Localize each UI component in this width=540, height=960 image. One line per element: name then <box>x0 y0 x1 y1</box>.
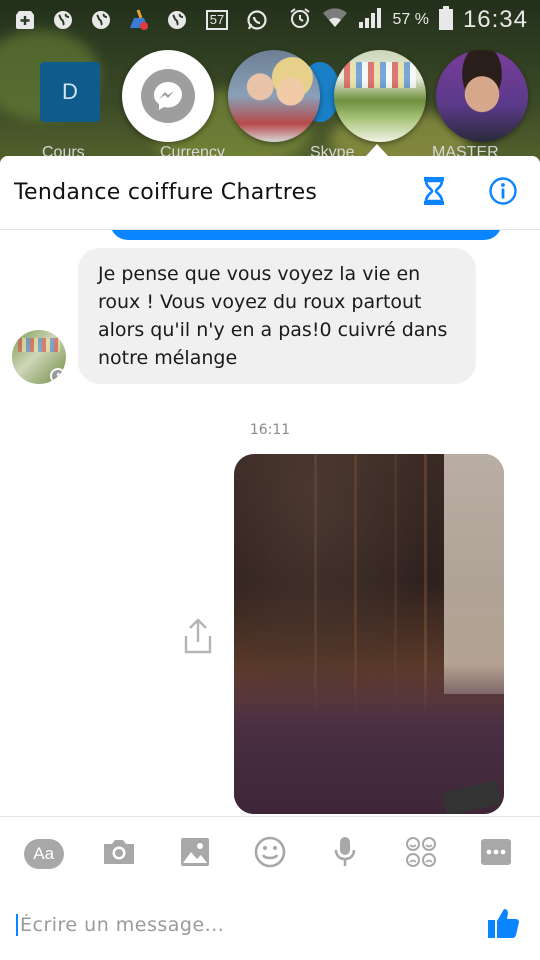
message-list[interactable]: f Je pense que vous voyez la vie en roux… <box>0 230 540 816</box>
wifi-icon <box>322 7 348 34</box>
plus-box-icon <box>12 7 38 33</box>
conversation-title: Tendance coiffure Chartres <box>14 180 318 205</box>
microphone-icon <box>333 836 357 872</box>
stickers-button[interactable] <box>399 832 443 876</box>
composer-toolbar: Aa <box>0 816 540 890</box>
chat-panel: Tendance coiffure Chartres f Je pense qu… <box>0 156 540 960</box>
home-app-letter: D <box>62 79 78 104</box>
message-composer <box>0 890 540 960</box>
notification-count: 57 <box>205 10 229 30</box>
whatsapp-icon <box>244 7 270 33</box>
battery-percent: 57 % <box>392 11 429 28</box>
message-input[interactable] <box>16 914 484 936</box>
messenger-icon <box>141 69 195 123</box>
gallery-button[interactable] <box>173 832 217 876</box>
more-button[interactable] <box>474 832 518 876</box>
avatar-products-graphic <box>18 338 60 352</box>
incoming-message-row: f Je pense que vous voyez la vie en roux… <box>12 248 476 384</box>
thumbs-up-button[interactable] <box>484 905 524 945</box>
young-man-contact-head[interactable] <box>436 50 528 142</box>
hourglass-icon[interactable] <box>422 175 446 211</box>
alarm-icon <box>288 6 312 35</box>
text-style-button[interactable]: Aa <box>22 832 66 876</box>
incoming-message-bubble[interactable]: Je pense que vous voyez la vie en roux !… <box>78 248 476 384</box>
outgoing-bubble-previous[interactable] <box>110 230 502 240</box>
salon-products-graphic <box>344 62 416 88</box>
home-app-icon: D <box>40 62 100 122</box>
notification-count-icon: 57 <box>202 7 232 33</box>
text-style-icon: Aa <box>23 838 64 869</box>
couple-contact-head[interactable] <box>228 50 320 142</box>
microphone-button[interactable] <box>323 832 367 876</box>
status-bar: 57 57 % 16:34 <box>0 0 540 40</box>
battery-icon <box>438 5 453 35</box>
messenger-chat-head[interactable] <box>122 50 214 142</box>
globe-icon <box>50 7 76 33</box>
salon-contact-head[interactable] <box>334 50 426 142</box>
more-icon <box>480 838 512 870</box>
active-head-pointer <box>366 144 388 156</box>
stickers-icon <box>405 836 437 872</box>
conversation-header: Tendance coiffure Chartres <box>0 156 540 230</box>
cleaner-icon <box>126 7 152 33</box>
emoji-icon <box>254 836 286 872</box>
thumbs-up-icon <box>487 906 521 944</box>
hair-photo[interactable] <box>234 454 504 814</box>
message-timestamp: 16:11 <box>249 422 291 438</box>
emoji-button[interactable] <box>248 832 292 876</box>
clock: 16:34 <box>462 6 528 33</box>
avatar[interactable]: f <box>12 330 66 384</box>
globe-icon <box>164 7 190 33</box>
photo-wall-area <box>444 454 504 694</box>
info-icon[interactable] <box>488 176 518 210</box>
signal-icon <box>358 7 382 34</box>
share-icon[interactable] <box>180 616 216 656</box>
camera-icon <box>102 838 136 870</box>
gallery-icon <box>180 837 210 871</box>
camera-button[interactable] <box>97 832 141 876</box>
globe-icon <box>88 7 114 33</box>
facebook-badge-icon: f <box>50 368 66 384</box>
